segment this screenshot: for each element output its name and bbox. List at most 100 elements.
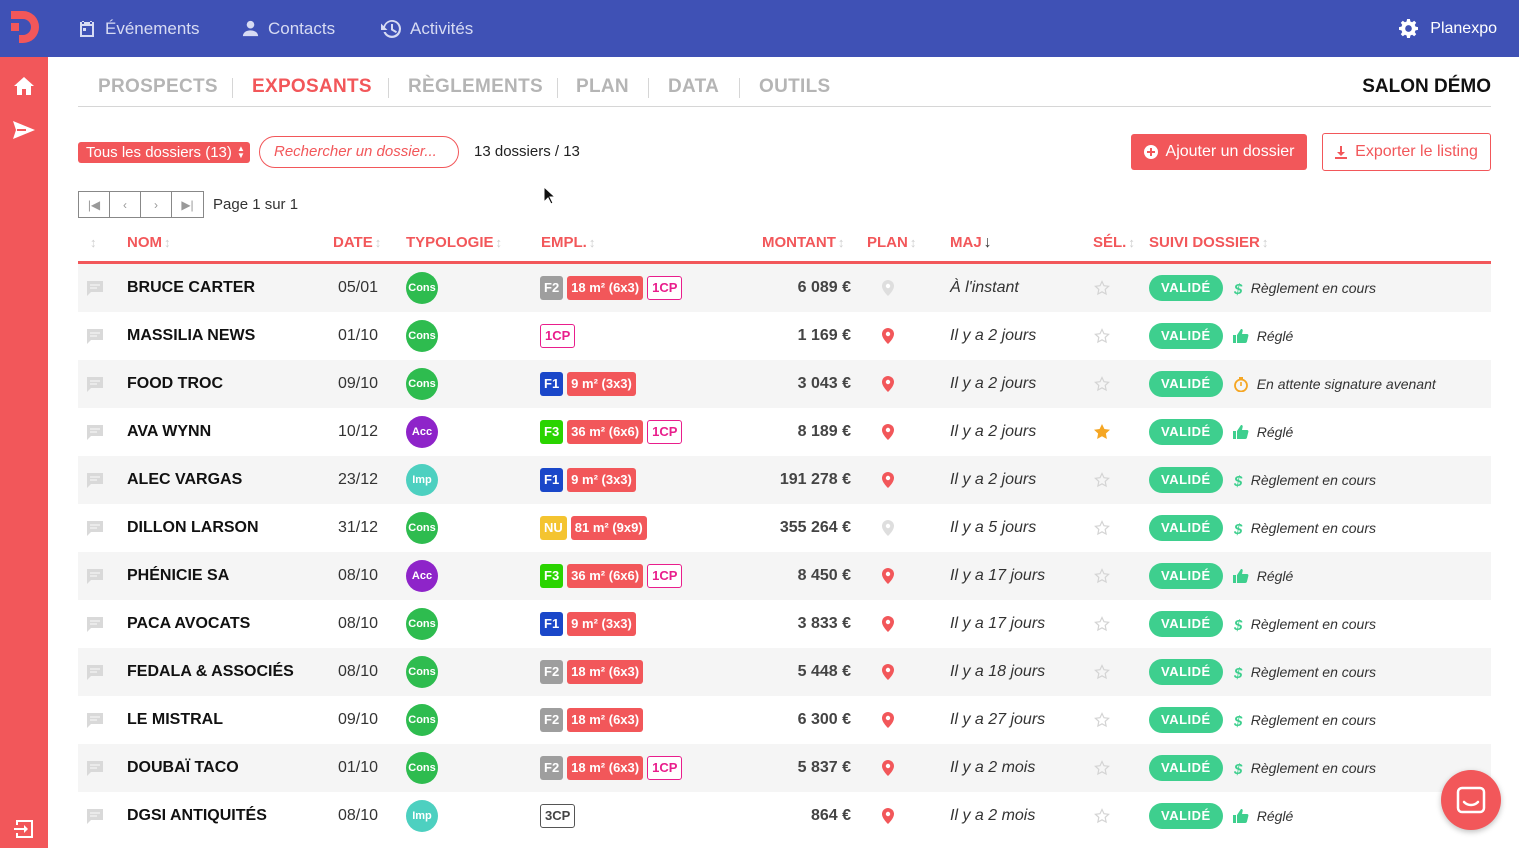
star-icon[interactable] bbox=[1094, 568, 1110, 584]
map-pin-icon[interactable] bbox=[882, 328, 894, 344]
table-row[interactable]: PACA AVOCATS 08/10 Cons F1 9 m² (3x3) 3 833 €… bbox=[78, 600, 1491, 648]
table-row[interactable]: ALEC VARGAS 23/12 Imp F1 9 m² (3x3) 191 278 €… bbox=[78, 456, 1491, 504]
exhibitor-name[interactable]: PACA AVOCATS bbox=[127, 600, 250, 648]
support-chat-button[interactable] bbox=[1441, 770, 1501, 830]
nav-contacts[interactable]: Contacts bbox=[241, 0, 335, 57]
comment-icon[interactable] bbox=[86, 376, 104, 393]
exhibitor-name[interactable]: DOUBAÏ TACO bbox=[127, 744, 239, 792]
status-badge[interactable]: VALIDÉ bbox=[1149, 419, 1223, 445]
notes-cell[interactable] bbox=[86, 456, 104, 504]
star-icon[interactable] bbox=[1094, 376, 1110, 392]
plan-cell[interactable] bbox=[882, 456, 894, 504]
selection-cell[interactable] bbox=[1094, 456, 1110, 504]
table-row[interactable]: FEDALA & ASSOCIÉS 08/10 Cons F2 18 m² (6x3) 5… bbox=[78, 648, 1491, 696]
table-row[interactable]: AVA WYNN 10/12 Acc F3 36 m² (6x6) 1CP 8 189 € I… bbox=[78, 408, 1491, 456]
home-icon[interactable] bbox=[11, 73, 37, 99]
exhibitor-name[interactable]: PHÉNICIE SA bbox=[127, 552, 229, 600]
comment-icon[interactable] bbox=[86, 616, 104, 633]
notes-cell[interactable] bbox=[86, 504, 104, 552]
star-icon[interactable] bbox=[1094, 424, 1110, 440]
table-row[interactable]: PHÉNICIE SA 08/10 Acc F3 36 m² (6x6) 1CP 8 450… bbox=[78, 552, 1491, 600]
add-dossier-button[interactable]: Ajouter un dossier bbox=[1131, 134, 1307, 170]
plan-cell[interactable] bbox=[882, 504, 894, 552]
table-row[interactable]: DOUBAÏ TACO 01/10 Cons F2 18 m² (6x3) 1CP 5 83… bbox=[78, 744, 1491, 792]
notes-cell[interactable] bbox=[86, 264, 104, 312]
status-badge[interactable]: VALIDÉ bbox=[1149, 611, 1223, 637]
sort-notes-header[interactable]: ↕ bbox=[88, 234, 97, 251]
table-row[interactable]: DILLON LARSON 31/12 Cons NU 81 m² (9x9) 355 2… bbox=[78, 504, 1491, 552]
comment-icon[interactable] bbox=[86, 712, 104, 729]
comment-icon[interactable] bbox=[86, 280, 104, 297]
first-page-icon[interactable]: |◀ bbox=[79, 192, 110, 217]
map-pin-icon[interactable] bbox=[882, 472, 894, 488]
comment-icon[interactable] bbox=[86, 328, 104, 345]
exhibitor-name[interactable]: MASSILIA NEWS bbox=[127, 312, 255, 360]
selection-cell[interactable] bbox=[1094, 360, 1110, 408]
star-icon[interactable] bbox=[1094, 712, 1110, 728]
notes-cell[interactable] bbox=[86, 408, 104, 456]
comment-icon[interactable] bbox=[86, 664, 104, 681]
col-montant[interactable]: MONTANT ↕ bbox=[762, 234, 844, 251]
status-badge[interactable]: VALIDÉ bbox=[1149, 371, 1223, 397]
exhibitor-name[interactable]: DILLON LARSON bbox=[127, 504, 259, 552]
status-badge[interactable]: VALIDÉ bbox=[1149, 803, 1223, 829]
plan-cell[interactable] bbox=[882, 312, 894, 360]
selection-cell[interactable] bbox=[1094, 408, 1110, 456]
star-icon[interactable] bbox=[1094, 280, 1110, 296]
star-icon[interactable] bbox=[1094, 808, 1110, 824]
map-pin-icon[interactable] bbox=[882, 616, 894, 632]
selection-cell[interactable] bbox=[1094, 552, 1110, 600]
col-date[interactable]: DATE ↕ bbox=[333, 234, 381, 251]
logout-icon[interactable] bbox=[11, 816, 37, 842]
plan-cell[interactable] bbox=[882, 744, 894, 792]
comment-icon[interactable] bbox=[86, 424, 104, 441]
map-pin-icon[interactable] bbox=[882, 712, 894, 728]
col-nom[interactable]: NOM ↕ bbox=[127, 234, 171, 251]
plan-cell[interactable] bbox=[882, 408, 894, 456]
comment-icon[interactable] bbox=[86, 520, 104, 537]
status-badge[interactable]: VALIDÉ bbox=[1149, 515, 1223, 541]
status-badge[interactable]: VALIDÉ bbox=[1149, 563, 1223, 589]
notes-cell[interactable] bbox=[86, 744, 104, 792]
star-icon[interactable] bbox=[1094, 520, 1110, 536]
selection-cell[interactable] bbox=[1094, 312, 1110, 360]
table-row[interactable]: FOOD TROC 09/10 Cons F1 9 m² (3x3) 3 043 € Il … bbox=[78, 360, 1491, 408]
exhibitor-name[interactable]: FOOD TROC bbox=[127, 360, 223, 408]
map-pin-icon[interactable] bbox=[882, 424, 894, 440]
status-badge[interactable]: VALIDÉ bbox=[1149, 323, 1223, 349]
table-row[interactable]: LE MISTRAL 09/10 Cons F2 18 m² (6x3) 6 300 € I… bbox=[78, 696, 1491, 744]
app-logo[interactable] bbox=[0, 0, 48, 57]
prev-page-icon[interactable]: ‹ bbox=[110, 192, 141, 217]
selection-cell[interactable] bbox=[1094, 696, 1110, 744]
selection-cell[interactable] bbox=[1094, 792, 1110, 840]
col-typologie[interactable]: TYPOLOGIE ↕ bbox=[406, 234, 502, 251]
tab-outils[interactable]: OUTILS bbox=[759, 76, 830, 98]
col-suivi[interactable]: SUIVI DOSSIER ↕ bbox=[1149, 234, 1268, 251]
map-pin-icon[interactable] bbox=[882, 568, 894, 584]
plan-cell[interactable] bbox=[882, 360, 894, 408]
plan-cell[interactable] bbox=[882, 264, 894, 312]
table-row[interactable]: BRUCE CARTER 05/01 Cons F2 18 m² (6x3) 1CP 6 0… bbox=[78, 264, 1491, 312]
star-icon[interactable] bbox=[1094, 328, 1110, 344]
selection-cell[interactable] bbox=[1094, 744, 1110, 792]
table-row[interactable]: MASSILIA NEWS 01/10 Cons 1CP 1 169 € Il y a 2… bbox=[78, 312, 1491, 360]
next-page-icon[interactable]: › bbox=[141, 192, 172, 217]
notes-cell[interactable] bbox=[86, 360, 104, 408]
notes-cell[interactable] bbox=[86, 552, 104, 600]
map-pin-icon[interactable] bbox=[882, 664, 894, 680]
plan-cell[interactable] bbox=[882, 552, 894, 600]
last-page-icon[interactable]: ▶| bbox=[172, 192, 203, 217]
selection-cell[interactable] bbox=[1094, 600, 1110, 648]
status-badge[interactable]: VALIDÉ bbox=[1149, 467, 1223, 493]
selection-cell[interactable] bbox=[1094, 648, 1110, 696]
account-menu[interactable]: Planexpo bbox=[1399, 0, 1497, 57]
star-icon[interactable] bbox=[1094, 760, 1110, 776]
exhibitor-name[interactable]: AVA WYNN bbox=[127, 408, 211, 456]
tab-prospects[interactable]: PROSPECTS bbox=[98, 76, 218, 98]
nav-evenements[interactable]: Événements bbox=[77, 0, 200, 57]
search-input[interactable]: Rechercher un dossier... bbox=[259, 136, 459, 168]
exhibitor-name[interactable]: ALEC VARGAS bbox=[127, 456, 242, 504]
col-plan[interactable]: PLAN ↕ bbox=[867, 234, 916, 251]
exhibitor-name[interactable]: LE MISTRAL bbox=[127, 696, 223, 744]
map-pin-icon[interactable] bbox=[882, 280, 894, 296]
